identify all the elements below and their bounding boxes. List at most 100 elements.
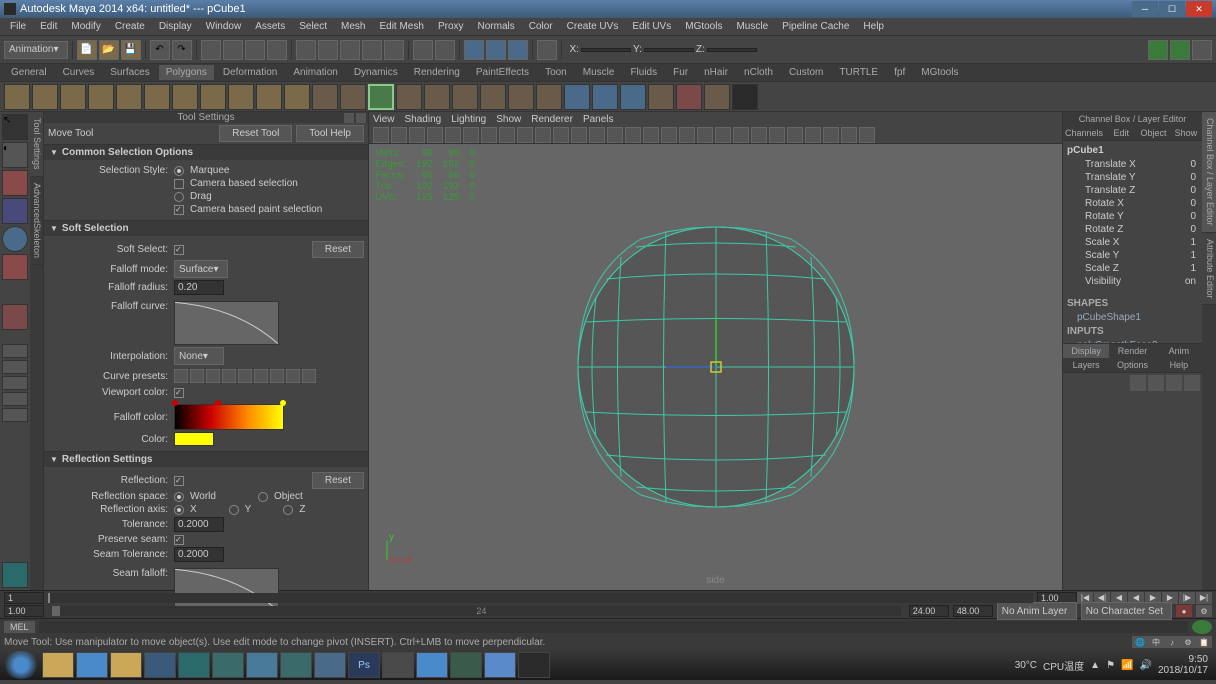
last-tool[interactable] xyxy=(2,562,28,588)
vp-tool-22[interactable] xyxy=(769,127,785,143)
task-app5[interactable] xyxy=(314,652,346,678)
shelf-button-18[interactable] xyxy=(508,84,534,110)
cb-tab-edit[interactable]: Edit xyxy=(1105,126,1137,140)
vp-menu-panels[interactable]: Panels xyxy=(583,114,614,125)
shelf-button-20[interactable] xyxy=(564,84,590,110)
task-folder[interactable] xyxy=(110,652,142,678)
vp-tool-8[interactable] xyxy=(517,127,533,143)
vp-tool-17[interactable] xyxy=(679,127,695,143)
tool-help-button[interactable]: Tool Help xyxy=(296,125,364,142)
soft-select-checkbox[interactable] xyxy=(174,245,184,255)
vp-tool-27[interactable] xyxy=(859,127,875,143)
redo-button[interactable]: ↷ xyxy=(172,40,192,60)
select-object-button[interactable] xyxy=(245,40,265,60)
vp-tool-24[interactable] xyxy=(805,127,821,143)
task-app2[interactable] xyxy=(212,652,244,678)
status-icon-2[interactable]: 中 xyxy=(1148,636,1164,648)
menu-normals[interactable]: Normals xyxy=(472,19,521,34)
shelf-tab-painteffects[interactable]: PaintEffects xyxy=(469,65,536,80)
task-app10[interactable] xyxy=(518,652,550,678)
vp-tool-19[interactable] xyxy=(715,127,731,143)
range-slider[interactable]: 24 No Anim Layer No Character Set ● ⚙ xyxy=(0,604,1216,618)
shelf-button-24[interactable] xyxy=(676,84,702,110)
soft-reset-button[interactable]: Reset xyxy=(312,241,364,258)
char-set-dropdown[interactable]: No Character Set xyxy=(1081,602,1172,620)
task-maya[interactable] xyxy=(178,652,210,678)
menu-file[interactable]: File xyxy=(4,19,32,34)
menu-help[interactable]: Help xyxy=(857,19,890,34)
snap-curve-button[interactable] xyxy=(318,40,338,60)
shelf-tab-fluids[interactable]: Fluids xyxy=(623,65,664,80)
shelf-tab-toon[interactable]: Toon xyxy=(538,65,574,80)
select-button[interactable] xyxy=(201,40,221,60)
cmd-lang-label[interactable]: MEL xyxy=(4,621,35,633)
y-field[interactable] xyxy=(644,48,694,52)
panel-undock-icon[interactable] xyxy=(344,113,354,123)
shelf-tab-polygons[interactable]: Polygons xyxy=(159,65,214,80)
script-editor-button[interactable] xyxy=(1192,620,1212,634)
undo-button[interactable]: ↶ xyxy=(150,40,170,60)
snap-grid-button[interactable] xyxy=(296,40,316,60)
vp-tool-11[interactable] xyxy=(571,127,587,143)
shelf-tab-ncloth[interactable]: nCloth xyxy=(737,65,780,80)
cb-tab-channels[interactable]: Channels xyxy=(1063,126,1105,140)
menu-color[interactable]: Color xyxy=(523,19,559,34)
x-field[interactable] xyxy=(581,48,631,52)
shelf-tab-fpf[interactable]: fpf xyxy=(887,65,912,80)
layer-tab-anim[interactable]: Anim xyxy=(1156,344,1202,358)
snap-live-button[interactable] xyxy=(384,40,404,60)
layer-menu-layers[interactable]: Layers xyxy=(1063,358,1109,372)
menu-proxy[interactable]: Proxy xyxy=(432,19,470,34)
maximize-button[interactable]: ☐ xyxy=(1159,1,1185,17)
ipr-button[interactable] xyxy=(486,40,506,60)
layer-btn-3[interactable] xyxy=(1166,375,1182,391)
autokey-button[interactable]: ● xyxy=(1176,605,1192,617)
falloff-gradient[interactable] xyxy=(174,404,284,430)
lasso-tool[interactable]: ◐ xyxy=(2,142,28,168)
shelf-button-21[interactable] xyxy=(592,84,618,110)
layer-btn-4[interactable] xyxy=(1184,375,1200,391)
shelf-button-16[interactable] xyxy=(452,84,478,110)
paint-select-tool[interactable] xyxy=(2,170,28,196)
preset-4[interactable] xyxy=(222,369,236,383)
menu-mgtools[interactable]: MGtools xyxy=(679,19,728,34)
range-end1-input[interactable] xyxy=(909,605,949,617)
attr-rotate-x[interactable]: Rotate X0 xyxy=(1065,197,1200,210)
layout-2v[interactable] xyxy=(2,376,28,390)
attr-scale-x[interactable]: Scale X1 xyxy=(1065,236,1200,249)
shelf-button-23[interactable] xyxy=(648,84,674,110)
vp-tool-10[interactable] xyxy=(553,127,569,143)
falloff-curve-editor[interactable] xyxy=(174,301,279,345)
preset-8[interactable] xyxy=(286,369,300,383)
preset-2[interactable] xyxy=(190,369,204,383)
tolerance-input[interactable] xyxy=(174,517,224,532)
vp-menu-renderer[interactable]: Renderer xyxy=(531,114,573,125)
range-start-input[interactable] xyxy=(4,605,44,617)
tool-settings-tab[interactable]: Tool Settings xyxy=(30,112,43,177)
menu-edit-mesh[interactable]: Edit Mesh xyxy=(373,19,429,34)
select-tool[interactable]: ↖ xyxy=(2,114,28,140)
layout-3[interactable] xyxy=(2,408,28,422)
x-radio[interactable] xyxy=(174,505,184,515)
tray-flag-icon[interactable]: ⚑ xyxy=(1106,660,1115,671)
anim-layer-dropdown[interactable]: No Anim Layer xyxy=(997,602,1077,620)
mode-dropdown[interactable]: Animation ▾ xyxy=(4,41,68,59)
render-settings-button[interactable] xyxy=(508,40,528,60)
construction-button[interactable] xyxy=(435,40,455,60)
vp-tool-0[interactable] xyxy=(373,127,389,143)
vp-tool-12[interactable] xyxy=(589,127,605,143)
prefs-button[interactable]: ⚙ xyxy=(1196,605,1212,617)
shelf-tab-nhair[interactable]: nHair xyxy=(697,65,735,80)
scale-tool[interactable] xyxy=(2,254,28,280)
reflection-checkbox[interactable] xyxy=(174,476,184,486)
advanced-tab[interactable]: AdvancedSkeleton xyxy=(30,177,43,265)
task-app7[interactable] xyxy=(416,652,448,678)
save-scene-button[interactable]: 💾 xyxy=(121,40,141,60)
select-component-button[interactable] xyxy=(267,40,287,60)
shelf-button-10[interactable] xyxy=(284,84,310,110)
shelf-button-5[interactable] xyxy=(144,84,170,110)
shelf-button-13[interactable] xyxy=(368,84,394,110)
menu-edit[interactable]: Edit xyxy=(34,19,63,34)
vp-tool-5[interactable] xyxy=(463,127,479,143)
vp-tool-18[interactable] xyxy=(697,127,713,143)
